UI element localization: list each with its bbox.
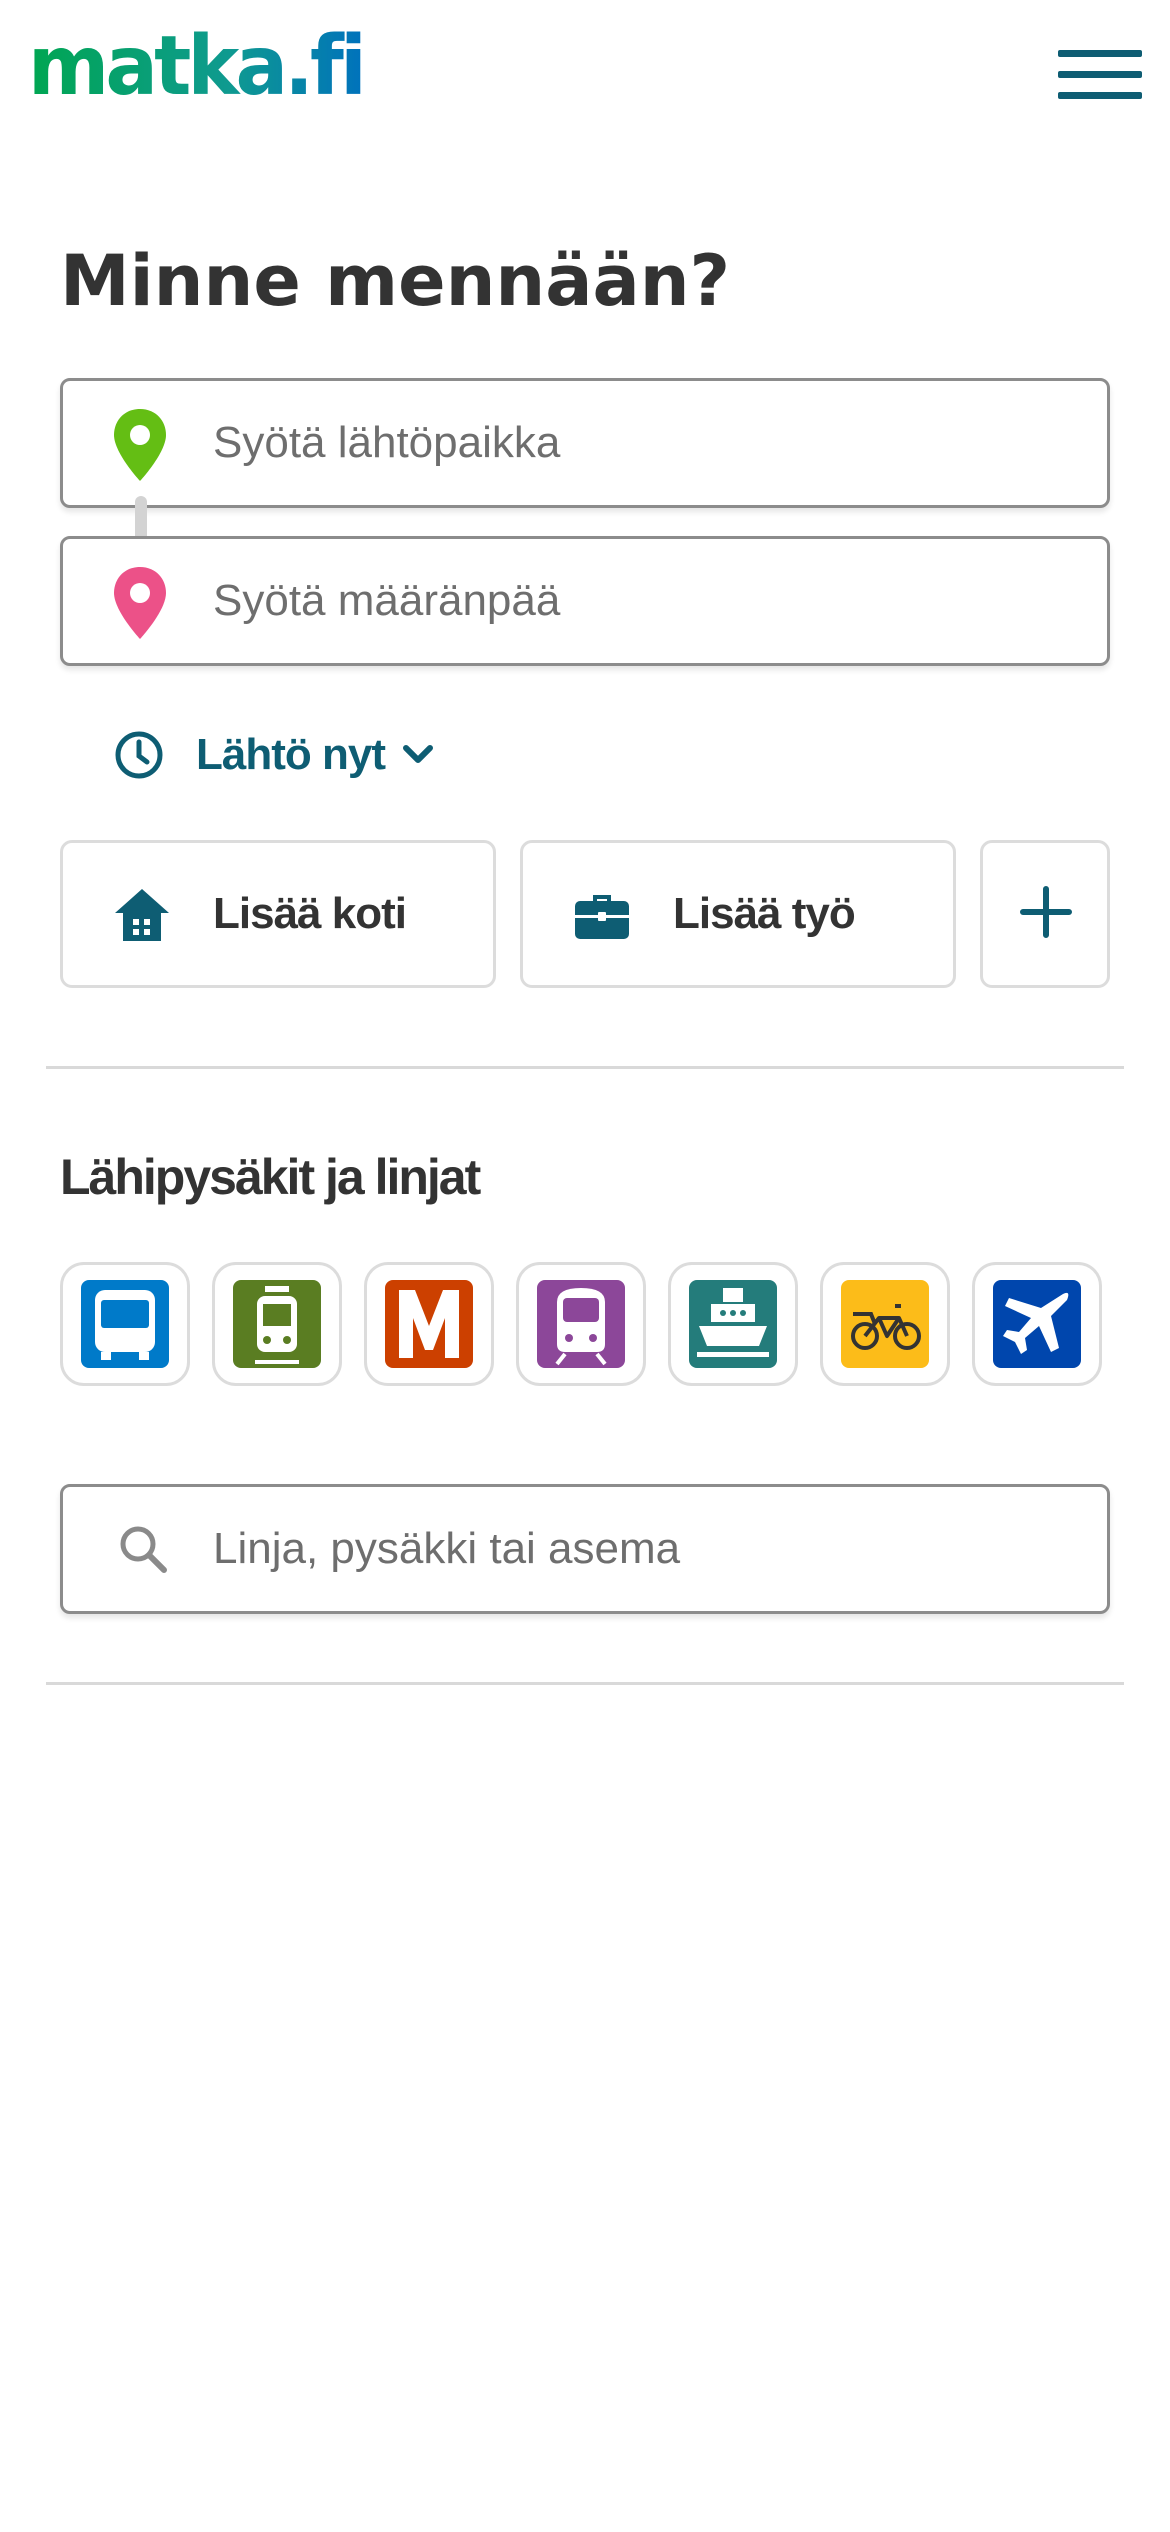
- add-home-label: Lisää koti: [213, 889, 407, 938]
- plus-icon: [1020, 886, 1072, 938]
- add-work-label: Lisää työ: [673, 889, 856, 938]
- section-divider: [46, 1682, 1124, 1685]
- ferry-icon: [689, 1280, 777, 1368]
- mode-ferry-button[interactable]: [668, 1262, 798, 1386]
- mode-citybike-button[interactable]: [820, 1262, 950, 1386]
- journey-planner-page: matka.fi Minne mennään? Syötä lähtöpaikk…: [0, 0, 1170, 2532]
- hamburger-menu-button[interactable]: [1058, 50, 1142, 100]
- origin-input[interactable]: Syötä lähtöpaikka: [60, 378, 1110, 508]
- briefcase-icon: [575, 895, 629, 939]
- tram-icon: [233, 1280, 321, 1368]
- mode-train-button[interactable]: [516, 1262, 646, 1386]
- chevron-down-icon: [403, 745, 433, 763]
- svg-text:matka.fi: matka.fi: [28, 26, 363, 114]
- search-icon: [120, 1526, 167, 1573]
- section-divider: [46, 1066, 1124, 1069]
- hamburger-icon-bar: [1058, 71, 1142, 78]
- hamburger-icon-bar: [1058, 50, 1142, 57]
- add-work-button[interactable]: Lisää työ: [520, 840, 956, 988]
- mode-metro-button[interactable]: [364, 1262, 494, 1386]
- destination-input[interactable]: Syötä määränpää: [60, 536, 1110, 666]
- citybike-icon: [841, 1280, 929, 1368]
- add-favourite-button[interactable]: [980, 840, 1110, 988]
- map-pin-pink-icon: [114, 567, 166, 639]
- stop-search-input[interactable]: Linja, pysäkki tai asema: [60, 1484, 1110, 1614]
- home-icon: [115, 889, 169, 941]
- map-pin-green-icon: [114, 409, 166, 481]
- bus-icon: [81, 1280, 169, 1368]
- clock-icon: [115, 731, 163, 779]
- mode-tram-button[interactable]: [212, 1262, 342, 1386]
- matka-logo-icon: matka.fi: [28, 19, 367, 114]
- mode-airplane-button[interactable]: [972, 1262, 1102, 1386]
- add-home-button[interactable]: Lisää koti: [60, 840, 496, 988]
- matka-logo[interactable]: matka.fi: [28, 19, 368, 122]
- mode-bus-button[interactable]: [60, 1262, 190, 1386]
- origin-placeholder: Syötä lähtöpaikka: [213, 418, 561, 467]
- train-icon: [537, 1280, 625, 1368]
- hamburger-icon-bar: [1058, 92, 1142, 99]
- destination-placeholder: Syötä määränpää: [213, 576, 561, 625]
- nearby-section-title: Lähipysäkit ja linjat: [60, 1149, 481, 1205]
- stop-search-placeholder: Linja, pysäkki tai asema: [213, 1524, 681, 1573]
- departure-time-label: Lähtö nyt: [196, 730, 386, 779]
- metro-icon: [385, 1280, 473, 1368]
- page-title: Minne mennään?: [60, 240, 731, 322]
- airplane-icon: [993, 1280, 1081, 1368]
